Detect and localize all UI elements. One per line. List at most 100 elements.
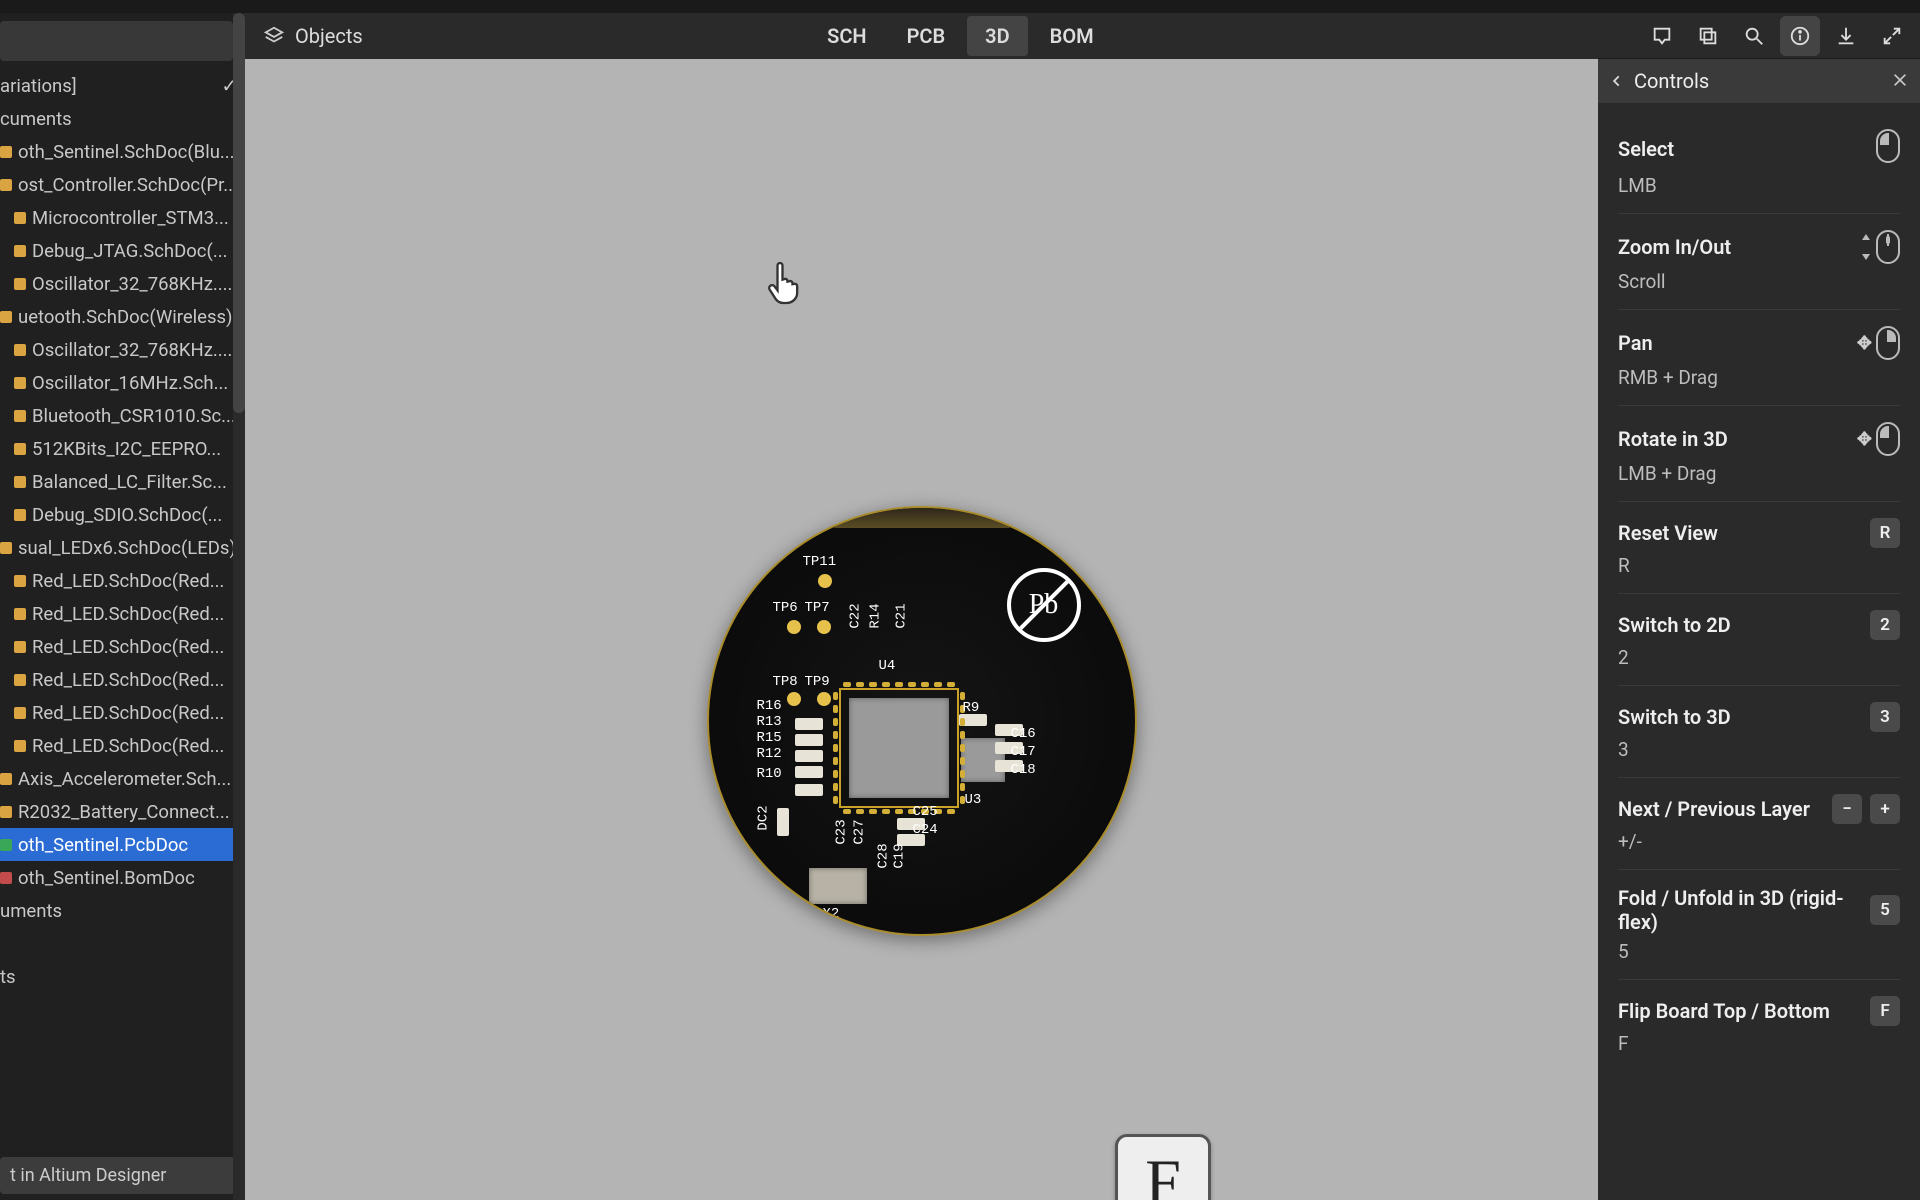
project-tree-item[interactable]: uments — [0, 894, 245, 927]
project-tree-item[interactable] — [0, 927, 245, 960]
project-tree-item[interactable]: oth_Sentinel.BomDoc — [0, 861, 245, 894]
control-subtitle: Scroll — [1618, 270, 1900, 293]
controls-title: Controls — [1634, 69, 1709, 93]
project-tree-item[interactable]: Axis_Accelerometer.Sch... — [0, 762, 245, 795]
view-tab-bom[interactable]: BOM — [1032, 16, 1112, 56]
project-tree-item[interactable]: Red_LED.SchDoc(Red... — [0, 630, 245, 663]
qfn-pad — [869, 809, 877, 814]
view-tab-pcb[interactable]: PCB — [889, 16, 964, 56]
file-type-icon — [14, 245, 26, 257]
open-in-altium-button[interactable]: t in Altium Designer — [0, 1157, 235, 1194]
project-tree-item[interactable]: uetooth.SchDoc(Wireless) — [0, 300, 245, 333]
cursor-hand-icon — [765, 259, 805, 318]
window-top-strip — [0, 0, 1920, 13]
variations-row[interactable]: ariations] ✓ — [0, 69, 245, 102]
project-tree-item[interactable]: Oscillator_16MHz.Sch... — [0, 366, 245, 399]
project-tree-item[interactable]: Microcontroller_STM3... — [0, 201, 245, 234]
qfn-pad — [960, 783, 965, 791]
silkscreen-ref: TP9 — [805, 674, 830, 690]
testpoint — [817, 692, 831, 706]
keycap: 2 — [1870, 610, 1900, 640]
silkscreen-ref: R10 — [757, 766, 782, 782]
move-icon: ✥ — [1857, 429, 1872, 450]
project-tree-item[interactable]: ts — [0, 960, 245, 993]
copy-icon[interactable] — [1688, 16, 1728, 56]
keycap: + — [1870, 794, 1900, 824]
controls-list[interactable]: SelectLMBZoom In/OutScrollPan✥RMB + Drag… — [1598, 103, 1920, 1200]
project-tree-item[interactable]: Red_LED.SchDoc(Red... — [0, 696, 245, 729]
comment-icon[interactable] — [1642, 16, 1682, 56]
project-tree-item[interactable]: ost_Controller.SchDoc(Pr... — [0, 168, 245, 201]
keycap: R — [1870, 518, 1900, 548]
variations-label: ariations] — [0, 75, 77, 97]
qfn-pad — [895, 809, 903, 814]
mouse-icon — [1876, 129, 1900, 163]
left-scrollbar-thumb[interactable] — [233, 13, 245, 413]
project-tree-item[interactable]: oth_Sentinel.SchDoc(Blu... — [0, 135, 245, 168]
qfn-pad — [882, 682, 890, 687]
project-tree-item[interactable]: Red_LED.SchDoc(Red... — [0, 663, 245, 696]
project-tree-item[interactable]: Bluetooth_CSR1010.Sc... — [0, 399, 245, 432]
project-tree-item[interactable]: Debug_SDIO.SchDoc(... — [0, 498, 245, 531]
objects-button[interactable]: Objects — [263, 24, 363, 48]
tree-item-label: Balanced_LC_Filter.Sc... — [32, 471, 227, 493]
open-in-altium-label: t in Altium Designer — [10, 1165, 166, 1186]
project-tree-item[interactable]: Oscillator_32_768KHz.... — [0, 333, 245, 366]
left-scrollbar[interactable] — [233, 13, 245, 1200]
project-tree-item[interactable]: oth_Sentinel.PcbDoc — [0, 828, 245, 861]
file-type-icon — [0, 872, 12, 884]
left-panel-footer: t in Altium Designer — [0, 1151, 245, 1200]
tree-item-label: Red_LED.SchDoc(Red... — [32, 570, 224, 592]
smd — [795, 718, 823, 730]
project-tree-item[interactable]: Red_LED.SchDoc(Red... — [0, 564, 245, 597]
control-hint: Switch to 2D22 — [1618, 594, 1900, 686]
info-icon[interactable] — [1780, 16, 1820, 56]
pb-free-icon: Pb — [1007, 568, 1081, 642]
download-icon[interactable] — [1826, 16, 1866, 56]
project-tree-item[interactable]: Balanced_LC_Filter.Sc... — [0, 465, 245, 498]
qfn-pad — [908, 682, 916, 687]
expand-icon[interactable] — [1872, 16, 1912, 56]
tree-item-label: uments — [0, 900, 62, 922]
view-tab-3d[interactable]: 3D — [967, 16, 1027, 56]
qfn-pad — [960, 744, 965, 752]
qfn-pad — [833, 796, 838, 804]
close-icon[interactable] — [1892, 69, 1908, 93]
project-tree-item[interactable]: R2032_Battery_Connect... — [0, 795, 245, 828]
qfn-pad — [869, 682, 877, 687]
keycap: F — [1870, 996, 1900, 1026]
project-search-input[interactable] — [0, 21, 233, 61]
mouse-icon — [1876, 326, 1900, 360]
project-tree-item[interactable]: sual_LEDx6.SchDoc(LEDs) — [0, 531, 245, 564]
project-tree-item[interactable]: cuments — [0, 102, 245, 135]
control-title: Fold / Unfold in 3D (rigid-flex) — [1618, 886, 1870, 934]
control-subtitle: F — [1618, 1032, 1900, 1055]
project-tree-item[interactable]: Red_LED.SchDoc(Red... — [0, 729, 245, 762]
project-tree-item[interactable]: Debug_JTAG.SchDoc(... — [0, 234, 245, 267]
control-glyph — [1876, 129, 1900, 168]
control-glyph — [1860, 230, 1900, 264]
silkscreen-ref: C25 — [913, 804, 938, 820]
smd — [795, 734, 823, 746]
qfn-pad — [833, 744, 838, 752]
silkscreen-ref: C27 — [851, 819, 867, 844]
project-tree-item[interactable]: Red_LED.SchDoc(Red... — [0, 597, 245, 630]
control-glyph: 2 — [1870, 610, 1900, 640]
pcb-3d-model[interactable]: Pb — [707, 506, 1137, 936]
right-toolbar — [1598, 13, 1920, 59]
crystal-x2 — [809, 868, 867, 904]
tree-item-label: Oscillator_32_768KHz.... — [32, 273, 232, 295]
qfn-pad — [960, 692, 965, 700]
tree-item-label: Red_LED.SchDoc(Red... — [32, 636, 224, 658]
project-tree-item[interactable]: Oscillator_32_768KHz.... — [0, 267, 245, 300]
project-tree-item[interactable]: 512KBits_I2C_EEPRO... — [0, 432, 245, 465]
chevron-left-icon[interactable] — [1610, 69, 1624, 93]
qfn-pad — [960, 757, 965, 765]
control-title: Switch to 3D — [1618, 705, 1731, 729]
file-type-icon — [14, 608, 26, 620]
tree-item-label: 512KBits_I2C_EEPRO... — [32, 438, 221, 460]
search-icon[interactable] — [1734, 16, 1774, 56]
view-tab-sch[interactable]: SCH — [809, 16, 884, 56]
3d-viewport[interactable]: Pb — [245, 59, 1598, 1200]
control-hint: Fold / Unfold in 3D (rigid-flex)55 — [1618, 870, 1900, 980]
